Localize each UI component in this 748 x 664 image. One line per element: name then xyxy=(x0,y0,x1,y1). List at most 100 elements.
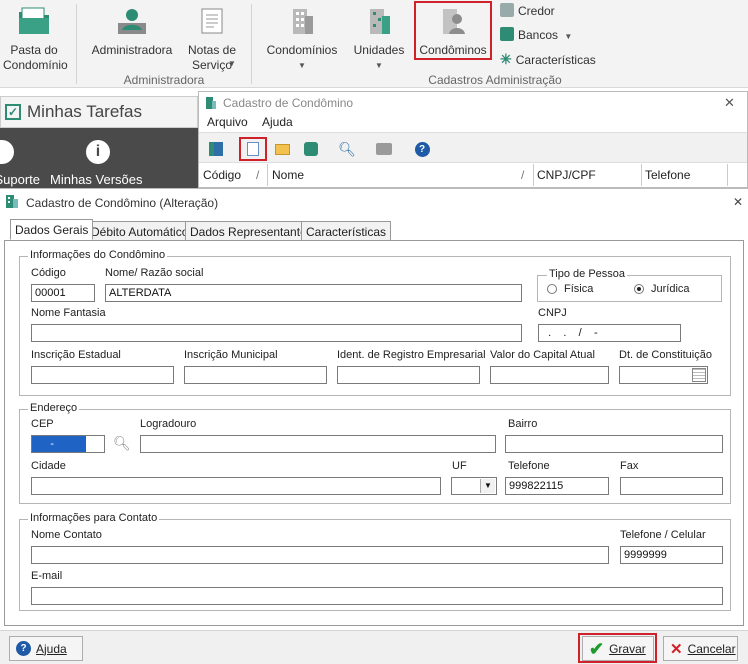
logradouro-input[interactable] xyxy=(140,435,496,453)
ident-registro-label: Ident. de Registro Empresarial xyxy=(337,349,486,361)
celular-input[interactable] xyxy=(620,546,723,564)
bancos-button[interactable]: Bancos ▼ xyxy=(500,27,572,42)
cnpj-input[interactable] xyxy=(538,324,681,342)
caracteristicas-button[interactable]: ✳ Características xyxy=(500,51,596,68)
help-button[interactable]: ? xyxy=(411,138,433,160)
search-button[interactable]: 🔍︎ xyxy=(336,138,358,160)
bank-icon xyxy=(500,27,514,41)
nome-contato-input[interactable] xyxy=(31,546,609,564)
cep-input[interactable] xyxy=(31,435,105,453)
credor-label: Credor xyxy=(518,4,555,18)
administradora-label: Administradora xyxy=(91,43,173,57)
calendar-icon[interactable] xyxy=(692,368,706,382)
fax-input[interactable] xyxy=(620,477,723,495)
asterisk-icon: ✳ xyxy=(500,51,512,67)
codigo-label: Código xyxy=(31,267,66,279)
telefone-label: Telefone xyxy=(508,460,550,472)
ajuda-button[interactable]: ? Ajuda xyxy=(9,636,83,661)
exit-icon xyxy=(209,142,223,156)
chevron-down-icon: ▼ xyxy=(375,61,383,70)
refresh-icon xyxy=(304,142,318,156)
inscricao-estadual-input[interactable] xyxy=(31,366,174,384)
folder-icon xyxy=(19,7,49,34)
fax-label: Fax xyxy=(620,460,639,472)
fisica-label: Física xyxy=(564,283,594,295)
highlight-new-button xyxy=(239,137,267,161)
window-building-icon xyxy=(205,96,217,109)
col-nome[interactable]: Nome xyxy=(272,168,304,182)
group-label-administradora: Administradora xyxy=(123,73,205,87)
minhas-versoes-label[interactable]: Minhas Versões xyxy=(50,172,143,187)
email-label: E-mail xyxy=(31,570,63,582)
help-icon: ? xyxy=(414,141,430,157)
print-button[interactable] xyxy=(373,138,395,160)
bg-window-title: Cadastro de Condômino xyxy=(223,96,354,110)
cidade-label: Cidade xyxy=(31,460,66,472)
ajuda-label: Ajuda xyxy=(36,641,67,656)
cidade-input[interactable] xyxy=(31,477,441,495)
grid-header: Código / Nome / CNPJ/CPF Telefone xyxy=(199,164,747,186)
units-building-icon xyxy=(370,9,390,34)
unidades-button[interactable]: Unidades ▼ xyxy=(348,6,410,70)
inscricao-municipal-label: Inscrição Municipal xyxy=(184,349,278,361)
menu-ajuda[interactable]: Ajuda xyxy=(262,115,293,129)
building-icon xyxy=(293,9,313,34)
logradouro-label: Logradouro xyxy=(140,418,197,430)
tab-dados-gerais[interactable]: Dados Gerais xyxy=(10,219,94,240)
cancelar-button[interactable]: ✕ Cancelar xyxy=(663,636,738,661)
legend-tipo-pessoa: Tipo de Pessoa xyxy=(547,268,628,280)
search-icon: 🔍︎ xyxy=(338,140,356,157)
sort-icon: / xyxy=(521,168,525,182)
refresh-button[interactable] xyxy=(300,138,322,160)
search-icon[interactable]: 🔍︎ xyxy=(113,435,131,452)
administradora-button[interactable]: Administradora xyxy=(88,6,176,58)
radio-juridica[interactable] xyxy=(634,284,644,294)
capital-input[interactable] xyxy=(490,366,609,384)
col-cnpj[interactable]: CNPJ/CPF xyxy=(537,168,596,182)
support-icon xyxy=(0,140,14,164)
info-icon: i xyxy=(86,140,110,164)
help-icon: ? xyxy=(16,641,31,656)
tab-caracteristicas[interactable]: Características xyxy=(301,221,392,240)
chevron-down-icon: ▼ xyxy=(298,61,306,70)
chevron-down-icon: ▼ xyxy=(564,32,573,41)
inscricao-estadual-label: Inscrição Estadual xyxy=(31,349,121,361)
inscricao-municipal-input[interactable] xyxy=(184,366,327,384)
exit-button[interactable] xyxy=(205,138,227,160)
condominios-menu-button[interactable]: Condomínios ▼ xyxy=(262,6,342,70)
folder-open-icon xyxy=(274,143,290,155)
radio-fisica[interactable] xyxy=(547,284,557,294)
sort-icon: / xyxy=(256,168,260,182)
minhas-tarefas-header[interactable]: ✓ Minhas Tarefas xyxy=(0,96,198,128)
open-button[interactable] xyxy=(271,138,293,160)
close-icon[interactable]: ✕ xyxy=(724,95,735,111)
nome-fantasia-label: Nome Fantasia xyxy=(31,307,106,319)
group-label-cadastros: Cadastros Administração xyxy=(428,73,562,87)
credor-button[interactable]: Credor xyxy=(500,3,555,18)
printer-icon xyxy=(376,143,392,155)
notas-label: Notas de Serviço xyxy=(187,43,237,72)
ident-registro-input[interactable] xyxy=(337,366,480,384)
highlight-gravar xyxy=(578,633,657,663)
col-telefone[interactable]: Telefone xyxy=(645,168,690,182)
close-icon[interactable]: ✕ xyxy=(733,195,743,209)
suporte-label[interactable]: Suporte xyxy=(0,172,40,187)
nome-input[interactable] xyxy=(105,284,522,302)
cep-label: CEP xyxy=(31,418,54,430)
ribbon-toolbar: Pasta do Condomínio Administradora Notas… xyxy=(0,0,748,88)
bairro-input[interactable] xyxy=(505,435,723,453)
notas-servico-button[interactable]: Notas de Serviço ▼ xyxy=(182,6,242,73)
uf-select[interactable]: ▼ xyxy=(451,477,497,495)
col-codigo[interactable]: Código xyxy=(203,168,241,182)
checkbox-icon: ✓ xyxy=(5,104,21,120)
tab-dados-representante[interactable]: Dados Representante xyxy=(185,221,312,240)
codigo-input[interactable] xyxy=(31,284,95,302)
email-input[interactable] xyxy=(31,587,723,605)
nome-fantasia-input[interactable] xyxy=(31,324,522,342)
document-icon xyxy=(201,8,223,34)
tab-debito-automatico[interactable]: Débito Automático xyxy=(86,221,194,240)
caracteristicas-label: Características xyxy=(515,53,596,67)
telefone-input[interactable] xyxy=(505,477,609,495)
pasta-condominio-button[interactable]: Pasta do Condomínio xyxy=(0,6,68,73)
menu-arquivo[interactable]: Arquivo xyxy=(207,115,248,129)
